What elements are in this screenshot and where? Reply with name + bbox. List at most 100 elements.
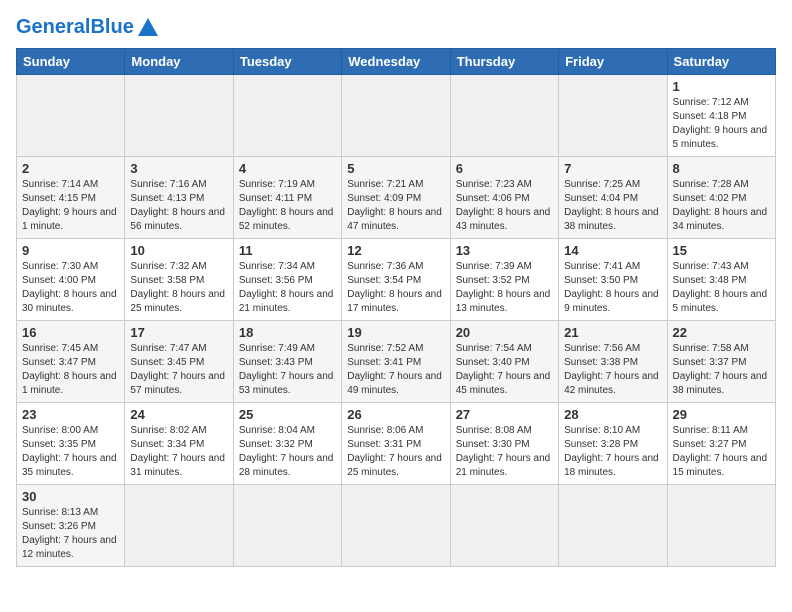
logo-icon — [138, 18, 158, 36]
day-info: Sunrise: 7:32 AM Sunset: 3:58 PM Dayligh… — [130, 260, 227, 316]
day-info: Sunrise: 8:10 AM Sunset: 3:28 PM Dayligh… — [564, 424, 661, 480]
calendar-day-cell — [125, 485, 233, 567]
day-info: Sunrise: 7:58 AM Sunset: 3:37 PM Dayligh… — [673, 342, 770, 398]
day-number: 27 — [456, 407, 553, 422]
day-number: 26 — [347, 407, 444, 422]
day-info: Sunrise: 7:41 AM Sunset: 3:50 PM Dayligh… — [564, 260, 661, 316]
calendar-day-cell — [559, 485, 667, 567]
calendar-day-cell: 18 Sunrise: 7:49 AM Sunset: 3:43 PM Dayli… — [233, 321, 341, 403]
calendar-day-cell — [450, 75, 558, 157]
day-info: Sunrise: 7:25 AM Sunset: 4:04 PM Dayligh… — [564, 178, 661, 234]
weekday-header-friday: Friday — [559, 49, 667, 75]
day-info: Sunrise: 8:08 AM Sunset: 3:30 PM Dayligh… — [456, 424, 553, 480]
day-number: 24 — [130, 407, 227, 422]
day-info: Sunrise: 7:16 AM Sunset: 4:13 PM Dayligh… — [130, 178, 227, 234]
day-number: 17 — [130, 325, 227, 340]
calendar-day-cell: 15 Sunrise: 7:43 AM Sunset: 3:48 PM Dayli… — [667, 239, 775, 321]
calendar-day-cell: 11Sunrise: 7:34 AM Sunset: 3:56 PM Dayli… — [233, 239, 341, 321]
calendar-week-row: 1 Sunrise: 7:12 AM Sunset: 4:18 PM Daylig… — [17, 75, 776, 157]
day-number: 9 — [22, 243, 119, 258]
calendar-day-cell: 19 Sunrise: 7:52 AM Sunset: 3:41 PM Dayli… — [342, 321, 450, 403]
day-number: 19 — [347, 325, 444, 340]
weekday-header-sunday: Sunday — [17, 49, 125, 75]
day-number: 15 — [673, 243, 770, 258]
calendar-day-cell: 29 Sunrise: 8:11 AM Sunset: 3:27 PM Dayli… — [667, 403, 775, 485]
day-number: 23 — [22, 407, 119, 422]
calendar-day-cell — [559, 75, 667, 157]
calendar-day-cell: 9 Sunrise: 7:30 AM Sunset: 4:00 PM Daylig… — [17, 239, 125, 321]
day-info: Sunrise: 7:21 AM Sunset: 4:09 PM Dayligh… — [347, 178, 444, 234]
day-info: Sunrise: 7:34 AM Sunset: 3:56 PM Dayligh… — [239, 260, 336, 316]
day-number: 7 — [564, 161, 661, 176]
day-info: Sunrise: 7:39 AM Sunset: 3:52 PM Dayligh… — [456, 260, 553, 316]
day-number: 22 — [673, 325, 770, 340]
calendar-day-cell: 25Sunrise: 8:04 AM Sunset: 3:32 PM Dayli… — [233, 403, 341, 485]
day-number: 13 — [456, 243, 553, 258]
calendar-table: SundayMondayTuesdayWednesdayThursdayFrid… — [16, 48, 776, 567]
day-number: 14 — [564, 243, 661, 258]
calendar-day-cell: 12Sunrise: 7:36 AM Sunset: 3:54 PM Dayli… — [342, 239, 450, 321]
day-number: 12 — [347, 243, 444, 258]
logo-triangle — [138, 18, 158, 36]
day-info: Sunrise: 7:52 AM Sunset: 3:41 PM Dayligh… — [347, 342, 444, 398]
day-info: Sunrise: 7:12 AM Sunset: 4:18 PM Dayligh… — [673, 96, 770, 152]
day-number: 20 — [456, 325, 553, 340]
day-info: Sunrise: 7:28 AM Sunset: 4:02 PM Dayligh… — [673, 178, 770, 234]
calendar-day-cell — [667, 485, 775, 567]
day-number: 18 — [239, 325, 336, 340]
day-info: Sunrise: 7:23 AM Sunset: 4:06 PM Dayligh… — [456, 178, 553, 234]
day-info: Sunrise: 8:02 AM Sunset: 3:34 PM Dayligh… — [130, 424, 227, 480]
weekday-header-row: SundayMondayTuesdayWednesdayThursdayFrid… — [17, 49, 776, 75]
calendar-day-cell: 10Sunrise: 7:32 AM Sunset: 3:58 PM Dayli… — [125, 239, 233, 321]
weekday-header-thursday: Thursday — [450, 49, 558, 75]
day-number: 16 — [22, 325, 119, 340]
day-info: Sunrise: 8:00 AM Sunset: 3:35 PM Dayligh… — [22, 424, 119, 480]
day-info: Sunrise: 8:13 AM Sunset: 3:26 PM Dayligh… — [22, 506, 119, 562]
calendar-day-cell — [125, 75, 233, 157]
calendar-day-cell: 2Sunrise: 7:14 AM Sunset: 4:15 PM Daylig… — [17, 157, 125, 239]
weekday-header-monday: Monday — [125, 49, 233, 75]
day-info: Sunrise: 8:11 AM Sunset: 3:27 PM Dayligh… — [673, 424, 770, 480]
logo-text: GeneralBlue — [16, 16, 134, 38]
calendar-day-cell: 21 Sunrise: 7:56 AM Sunset: 3:38 PM Dayli… — [559, 321, 667, 403]
calendar-week-row: 30Sunrise: 8:13 AM Sunset: 3:26 PM Dayli… — [17, 485, 776, 567]
calendar-week-row: 2Sunrise: 7:14 AM Sunset: 4:15 PM Daylig… — [17, 157, 776, 239]
day-info: Sunrise: 7:56 AM Sunset: 3:38 PM Dayligh… — [564, 342, 661, 398]
page-header: GeneralBlue — [16, 16, 776, 38]
day-number: 21 — [564, 325, 661, 340]
weekday-header-wednesday: Wednesday — [342, 49, 450, 75]
day-number: 3 — [130, 161, 227, 176]
calendar-day-cell: 6 Sunrise: 7:23 AM Sunset: 4:06 PM Daylig… — [450, 157, 558, 239]
calendar-day-cell: 3 Sunrise: 7:16 AM Sunset: 4:13 PM Daylig… — [125, 157, 233, 239]
day-info: Sunrise: 7:49 AM Sunset: 3:43 PM Dayligh… — [239, 342, 336, 398]
calendar-day-cell — [450, 485, 558, 567]
calendar-day-cell: 26 Sunrise: 8:06 AM Sunset: 3:31 PM Dayli… — [342, 403, 450, 485]
calendar-day-cell: 8 Sunrise: 7:28 AM Sunset: 4:02 PM Daylig… — [667, 157, 775, 239]
calendar-day-cell — [233, 75, 341, 157]
calendar-day-cell: 27 Sunrise: 8:08 AM Sunset: 3:30 PM Dayli… — [450, 403, 558, 485]
calendar-week-row: 16 Sunrise: 7:45 AM Sunset: 3:47 PM Dayli… — [17, 321, 776, 403]
day-number: 28 — [564, 407, 661, 422]
calendar-day-cell — [342, 75, 450, 157]
day-info: Sunrise: 7:14 AM Sunset: 4:15 PM Dayligh… — [22, 178, 119, 234]
day-number: 5 — [347, 161, 444, 176]
calendar-day-cell: 13 Sunrise: 7:39 AM Sunset: 3:52 PM Dayli… — [450, 239, 558, 321]
calendar-day-cell: 16 Sunrise: 7:45 AM Sunset: 3:47 PM Dayli… — [17, 321, 125, 403]
calendar-day-cell: 22 Sunrise: 7:58 AM Sunset: 3:37 PM Dayli… — [667, 321, 775, 403]
calendar-day-cell: 7 Sunrise: 7:25 AM Sunset: 4:04 PM Daylig… — [559, 157, 667, 239]
day-number: 1 — [673, 79, 770, 94]
day-number: 29 — [673, 407, 770, 422]
day-info: Sunrise: 7:45 AM Sunset: 3:47 PM Dayligh… — [22, 342, 119, 398]
day-number: 6 — [456, 161, 553, 176]
day-info: Sunrise: 7:30 AM Sunset: 4:00 PM Dayligh… — [22, 260, 119, 316]
weekday-header-tuesday: Tuesday — [233, 49, 341, 75]
day-info: Sunrise: 7:43 AM Sunset: 3:48 PM Dayligh… — [673, 260, 770, 316]
day-number: 8 — [673, 161, 770, 176]
calendar-week-row: 23 Sunrise: 8:00 AM Sunset: 3:35 PM Dayli… — [17, 403, 776, 485]
day-info: Sunrise: 8:06 AM Sunset: 3:31 PM Dayligh… — [347, 424, 444, 480]
day-info: Sunrise: 7:47 AM Sunset: 3:45 PM Dayligh… — [130, 342, 227, 398]
calendar-week-row: 9 Sunrise: 7:30 AM Sunset: 4:00 PM Daylig… — [17, 239, 776, 321]
calendar-day-cell: 4Sunrise: 7:19 AM Sunset: 4:11 PM Daylig… — [233, 157, 341, 239]
calendar-day-cell: 28 Sunrise: 8:10 AM Sunset: 3:28 PM Dayli… — [559, 403, 667, 485]
calendar-day-cell: 5 Sunrise: 7:21 AM Sunset: 4:09 PM Daylig… — [342, 157, 450, 239]
